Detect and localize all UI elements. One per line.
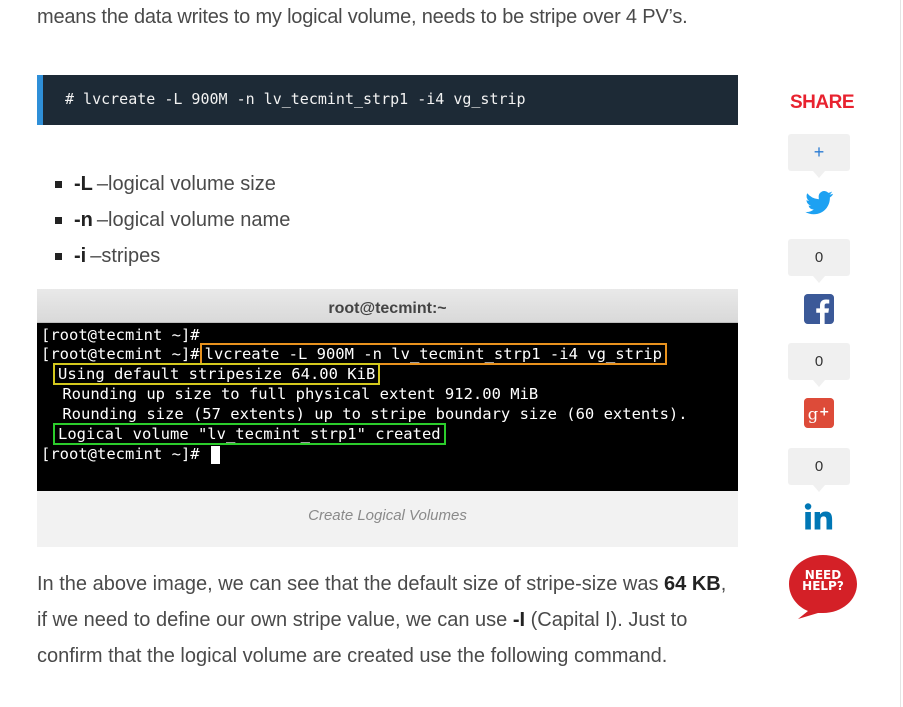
terminal-title: root@tecmint:~ <box>37 289 738 323</box>
bold-text: -I <box>512 609 526 631</box>
cursor-icon <box>210 445 220 464</box>
highlight-command: lvcreate -L 900M -n lv_tecmint_strp1 -i4… <box>199 343 667 365</box>
option-flag: -i <box>74 244 87 267</box>
highlight-created: Logical volume "lv_tecmint_strp1" create… <box>53 423 446 445</box>
terminal-line: [root@tecmint ~]# <box>41 444 220 464</box>
option-flag: -L <box>74 172 93 195</box>
body-paragraph: In the above image, we can see that the … <box>37 566 737 674</box>
terminal-prompt: [root@tecmint ~]# <box>41 345 200 363</box>
option-desc: –logical volume name <box>96 208 291 231</box>
options-list: -L –logical volume size -n –logical volu… <box>55 166 290 274</box>
terminal-line: Using default stripesize 64.00 KiB <box>53 363 381 385</box>
svg-text:g: g <box>808 404 818 423</box>
figure-caption: Create Logical Volumes <box>308 507 467 524</box>
facebook-count: 0 <box>788 343 850 387</box>
googleplus-count: 0 <box>788 448 850 492</box>
share-more-button[interactable]: + <box>788 134 850 178</box>
bullet-icon <box>55 252 62 260</box>
terminal-line: [root@tecmint ~]# <box>41 326 200 344</box>
option-desc: –logical volume size <box>96 172 276 195</box>
terminal-line: Rounding up size to full physical extent… <box>53 385 539 403</box>
terminal-prompt: [root@tecmint ~]# <box>41 445 200 463</box>
svg-text:+: + <box>819 404 829 419</box>
twitter-icon[interactable] <box>803 188 835 218</box>
terminal-figure: root@tecmint:~ [root@tecmint ~]# [root@t… <box>37 289 738 547</box>
list-item: -L –logical volume size <box>55 166 290 202</box>
need-help-line2: HELP? <box>802 579 844 593</box>
code-command[interactable]: # lvcreate -L 900M -n lv_tecmint_strp1 -… <box>65 90 526 108</box>
bullet-icon <box>55 216 62 224</box>
twitter-count: 0 <box>788 239 850 283</box>
code-block: # lvcreate -L 900M -n lv_tecmint_strp1 -… <box>37 75 738 125</box>
option-flag: -n <box>74 208 93 231</box>
option-desc: –stripes <box>90 244 161 267</box>
sidebar-divider <box>900 0 901 707</box>
share-title: SHARE <box>790 92 855 113</box>
bold-text: 64 KB <box>664 573 721 595</box>
bullet-icon <box>55 180 62 188</box>
paragraph-text: In the above image, we can see that the … <box>37 573 665 595</box>
terminal-line: [root@tecmint ~]# lvcreate -L 900M -n lv_… <box>41 343 667 365</box>
google-plus-icon[interactable]: g + <box>804 398 834 428</box>
list-item: -n –logical volume name <box>55 202 290 238</box>
list-item: -i –stripes <box>55 238 290 274</box>
highlight-stripesize: Using default stripesize 64.00 KiB <box>53 363 381 385</box>
need-help-button[interactable]: NEED HELP? <box>788 553 858 619</box>
terminal-screen: [root@tecmint ~]# [root@tecmint ~]# lvcre… <box>37 323 738 491</box>
intro-paragraph: means the data writes to my logical volu… <box>37 6 688 28</box>
linkedin-icon[interactable] <box>803 502 835 532</box>
terminal-line: Logical volume "lv_tecmint_strp1" create… <box>53 423 446 445</box>
facebook-icon[interactable] <box>804 294 834 324</box>
terminal-line: Rounding size (57 extents) up to stripe … <box>53 405 688 423</box>
